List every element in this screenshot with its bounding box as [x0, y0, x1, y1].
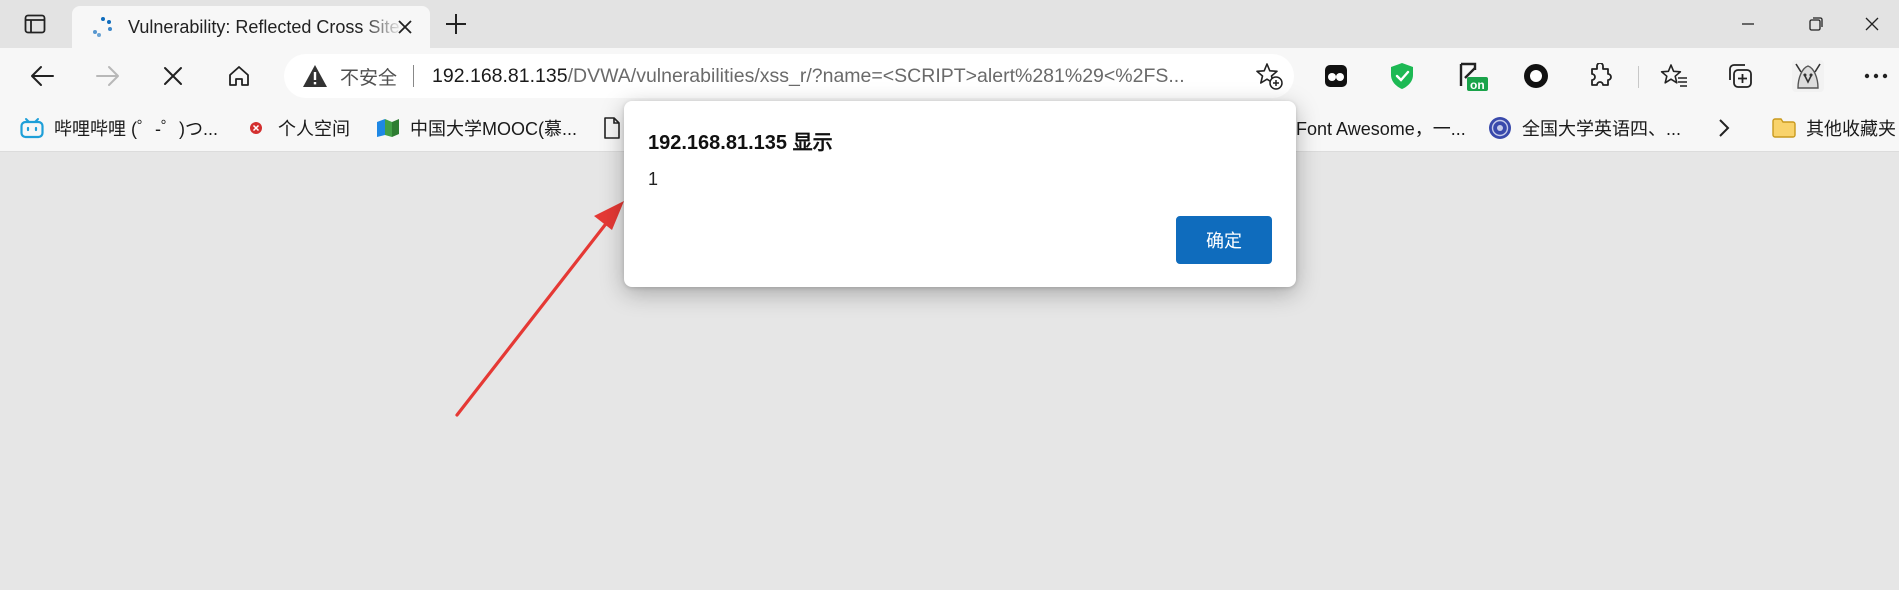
warning-icon[interactable]	[302, 64, 328, 88]
bookmarks-overflow-button[interactable]	[1718, 114, 1730, 142]
extension-shield-icon[interactable]	[1382, 56, 1422, 96]
extension-on-icon[interactable]: on	[1452, 56, 1492, 96]
navigation-toolbar: 不安全 192.168.81.135/DVWA/vulnerabilities/…	[0, 48, 1899, 104]
other-favorites-label: 其他收藏夹	[1806, 119, 1896, 139]
url-host: 192.168.81.135	[432, 64, 568, 87]
dialog-message: 1	[648, 169, 659, 189]
bookmark-bilibili[interactable]: 哔哩哔哩 (゜-゜)つ...	[20, 114, 218, 142]
close-icon	[1865, 17, 1879, 31]
mooc-icon	[376, 117, 400, 139]
security-status-label[interactable]: 不安全	[340, 63, 397, 90]
extension-dark-icon[interactable]	[1316, 56, 1356, 96]
bookmark-label: 哔哩哔哩 (゜-゜)つ...	[54, 119, 218, 139]
bookmark-label: 中国大学MOOC(慕...	[410, 119, 577, 139]
stop-loading-button[interactable]	[153, 56, 193, 96]
address-separator	[413, 65, 415, 87]
browser-tab-active[interactable]: Vulnerability: Reflected Cross Site Scri…	[72, 6, 430, 48]
collections-icon[interactable]	[1720, 56, 1760, 96]
back-button[interactable]	[22, 56, 62, 96]
cet-seal-icon	[1488, 117, 1512, 139]
chevron-right-icon	[1719, 119, 1730, 137]
bookmark-font-awesome[interactable]: Font Awesome，一...	[1296, 114, 1466, 142]
close-window-button[interactable]	[1846, 6, 1898, 42]
tab-actions-icon[interactable]	[14, 8, 56, 40]
tab-title: Vulnerability: Reflected Cross Site Scri…	[128, 16, 403, 37]
profile-avatar-icon[interactable]	[1788, 56, 1828, 96]
bookmark-personal-space[interactable]: 个人空间	[244, 114, 350, 142]
bookmark-cet[interactable]: 全国大学英语四、...	[1488, 114, 1681, 142]
alert-dialog: 192.168.81.135 显示 1 确定	[624, 101, 1296, 287]
forward-arrow-icon	[96, 66, 119, 86]
extension-circle-icon[interactable]	[1516, 56, 1556, 96]
bookmark-icourse-mooc[interactable]: 中国大学MOOC(慕...	[376, 114, 577, 142]
bookmark-label: 个人空间	[278, 119, 350, 139]
dialog-title: 192.168.81.135 显示	[648, 132, 833, 154]
restore-icon	[1809, 17, 1823, 31]
bilibili-icon	[20, 117, 44, 139]
url-text[interactable]: 192.168.81.135/DVWA/vulnerabilities/xss_…	[432, 65, 1232, 88]
stop-icon	[164, 67, 182, 85]
minimize-button[interactable]	[1722, 6, 1774, 42]
other-favorites-folder[interactable]: 其他收藏夹	[1772, 114, 1896, 142]
bookmark-label: 全国大学英语四、...	[1522, 119, 1682, 139]
home-button[interactable]	[219, 56, 259, 96]
address-bar[interactable]: 不安全 192.168.81.135/DVWA/vulnerabilities/…	[284, 54, 1294, 98]
bookmark-label: Font Awesome，一...	[1296, 119, 1466, 139]
toolbar-separator	[1638, 66, 1639, 88]
star-add-icon	[1256, 63, 1283, 90]
folder-icon	[1772, 117, 1796, 139]
loading-spinner-icon	[92, 17, 112, 37]
home-icon	[229, 66, 249, 86]
favorites-icon[interactable]	[1654, 56, 1694, 96]
more-icon[interactable]	[1856, 56, 1896, 96]
tab-strip: Vulnerability: Reflected Cross Site Scri…	[0, 0, 1899, 48]
extensions-puzzle-icon[interactable]	[1580, 56, 1620, 96]
document-icon	[600, 117, 624, 139]
forward-button[interactable]	[88, 56, 128, 96]
url-path: /DVWA/vulnerabilities/xss_r/?name=<SCRIP…	[567, 64, 1185, 87]
extension-on-badge: on	[1470, 78, 1485, 92]
back-arrow-icon	[31, 66, 54, 86]
ok-button[interactable]: 确定	[1176, 216, 1272, 264]
personal-space-icon	[244, 117, 268, 139]
add-favorite-button[interactable]	[1252, 60, 1286, 92]
tab-close-icon[interactable]	[394, 16, 416, 38]
restore-button[interactable]	[1790, 6, 1842, 42]
new-tab-button[interactable]	[440, 10, 472, 38]
plus-icon	[446, 14, 466, 34]
minimize-icon	[1742, 23, 1754, 25]
